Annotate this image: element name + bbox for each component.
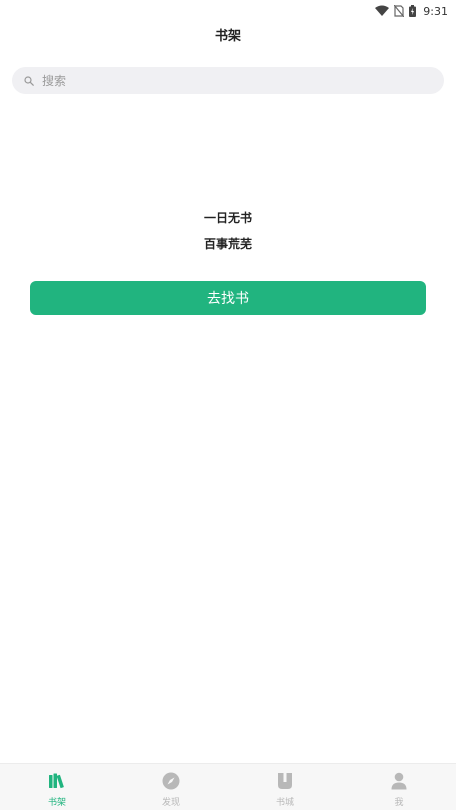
empty-state-line2: 百事荒芜 <box>203 237 252 251</box>
status-bar: 9:31 <box>0 0 456 20</box>
nav-item-bookshelf[interactable]: 书架 <box>0 764 114 810</box>
bookshelf-icon <box>47 771 67 791</box>
nav-label-me: 我 <box>394 798 404 808</box>
nav-label-discover: 发现 <box>161 798 180 808</box>
nav-label-bookstore: 书城 <box>275 798 294 808</box>
nav-label-bookshelf: 书架 <box>47 798 66 808</box>
empty-state-line1: 一日无书 <box>203 211 252 225</box>
battery-icon <box>409 2 417 21</box>
nav-item-bookstore[interactable]: 书城 <box>228 764 342 810</box>
search-icon <box>24 75 34 86</box>
person-icon <box>389 771 409 791</box>
status-time: 9:31 <box>423 5 448 18</box>
nav-item-me[interactable]: 我 <box>342 764 456 810</box>
compass-icon <box>161 771 181 791</box>
search-placeholder: 搜索 <box>42 74 67 88</box>
status-icons: 9:31 <box>375 2 448 21</box>
book-icon <box>275 771 295 791</box>
nav-item-discover[interactable]: 发现 <box>114 764 228 810</box>
wifi-icon <box>375 2 390 21</box>
no-sim-icon <box>393 2 405 21</box>
find-books-button[interactable]: 去找书 <box>30 281 426 315</box>
search-input[interactable]: 搜索 <box>12 67 444 94</box>
page-title: 书架 <box>214 29 241 44</box>
bottom-nav: 书架 发现 书城 我 <box>0 763 456 810</box>
